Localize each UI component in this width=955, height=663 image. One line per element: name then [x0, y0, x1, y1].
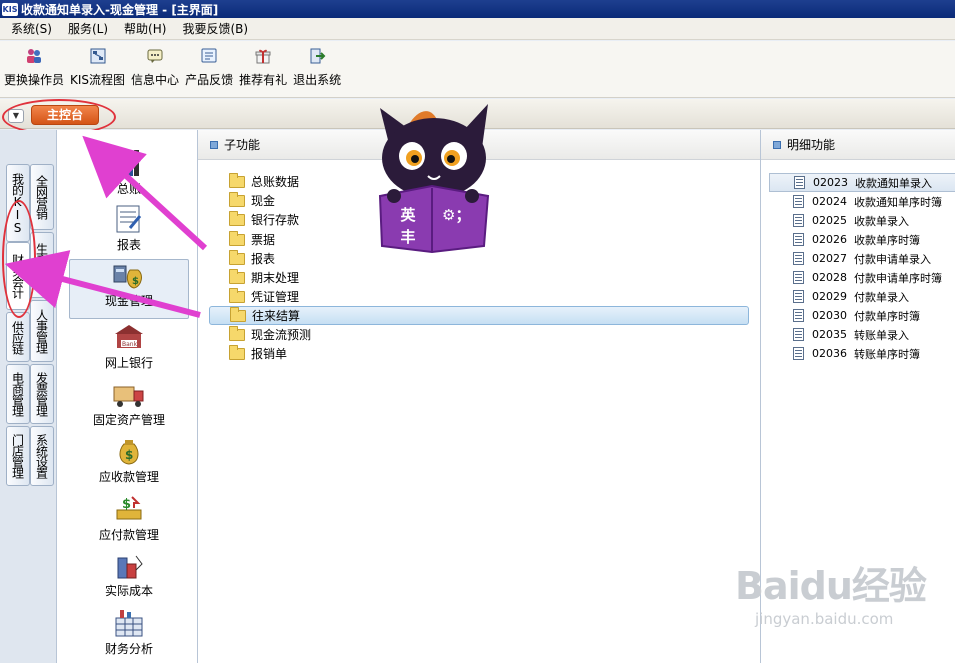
analysis-icon: [112, 608, 146, 638]
document-icon: [793, 271, 804, 284]
folder-icon: [229, 325, 245, 341]
svg-text:$: $: [132, 276, 139, 287]
folder-icon: [229, 210, 245, 226]
gift-icon: [254, 47, 272, 65]
panel-square-icon: [210, 140, 218, 149]
message-icon: [146, 47, 164, 65]
folder-icon: [229, 191, 245, 207]
cash-bag-icon: $: [112, 260, 146, 290]
category-invoice[interactable]: 发票管理: [30, 364, 54, 424]
truck-icon: [112, 379, 146, 409]
users-icon: [25, 47, 43, 65]
document-icon: [794, 176, 805, 189]
module-reports[interactable]: 报表: [69, 204, 189, 253]
document-icon: [793, 195, 804, 208]
window-title: 收款通知单录入-现金管理 - [主界面]: [21, 2, 219, 17]
svg-text:$: $: [122, 497, 131, 512]
detail-item[interactable]: 02036 转账单序时簿: [769, 344, 955, 363]
category-hr[interactable]: 人事管理: [30, 300, 54, 362]
category-finance[interactable]: 财务会计: [6, 242, 30, 310]
menu-help[interactable]: 帮助(H): [119, 20, 171, 37]
flowchart-icon: [89, 47, 107, 65]
module-online-bank[interactable]: Bank 网上银行: [69, 322, 189, 371]
info-center-button[interactable]: 信息中心: [131, 41, 179, 88]
category-supply-chain[interactable]: 供应链: [6, 312, 30, 362]
detail-item[interactable]: 02025 收款单录入: [769, 211, 955, 230]
module-payables[interactable]: $ 应付款管理: [69, 494, 189, 543]
detail-item[interactable]: 02035 转账单录入: [769, 325, 955, 344]
detail-header: 明细功能: [761, 130, 955, 160]
category-marketing[interactable]: 全网营销: [30, 164, 54, 230]
category-sidebar: 我的KIS 财务会计 供应链 电商管理 门店管理 全网营销 生产管理 人事管理 …: [0, 130, 56, 663]
document-icon: [793, 328, 804, 341]
folder-icon: [229, 230, 245, 246]
svg-text:$: $: [125, 448, 133, 462]
report-icon: [112, 204, 146, 234]
detail-item[interactable]: 02023 收款通知单录入: [769, 173, 955, 192]
module-fixed-assets[interactable]: 固定资产管理: [69, 379, 189, 428]
kis-flowchart-button[interactable]: KIS流程图: [70, 41, 125, 88]
kis-logo: KIS: [2, 2, 18, 16]
mascot-text-right: ⚙；: [442, 206, 471, 224]
detail-item[interactable]: 02026 收款单序时簿: [769, 230, 955, 249]
module-actual-cost[interactable]: 实际成本: [69, 550, 189, 599]
document-icon: [793, 347, 804, 360]
folder-icon: [229, 344, 245, 360]
module-receivables[interactable]: $ 应收款管理: [69, 436, 189, 485]
feedback-icon: [200, 47, 218, 65]
folder-period-end[interactable]: 期末处理: [209, 268, 749, 287]
folder-settlement[interactable]: 往来结算: [209, 306, 749, 325]
document-icon: [793, 252, 804, 265]
folder-icon: [229, 268, 245, 284]
document-icon: [793, 290, 804, 303]
module-financial-analysis[interactable]: 财务分析: [69, 608, 189, 657]
category-store[interactable]: 门店管理: [6, 426, 30, 486]
toolbar: 更换操作员 KIS流程图 信息中心 产品反馈 推荐有礼 退出系统: [0, 41, 955, 98]
panel-square-icon: [773, 140, 781, 149]
exit-system-button[interactable]: 退出系统: [293, 41, 341, 88]
menu-feedback[interactable]: 我要反馈(B): [177, 20, 253, 37]
folder-voucher[interactable]: 凭证管理: [209, 287, 749, 306]
cost-chart-icon: [112, 550, 146, 580]
bank-icon: Bank: [112, 322, 146, 352]
menu-bar: 系统(S) 服务(L) 帮助(H) 我要反馈(B): [0, 18, 955, 40]
folder-icon: [229, 287, 245, 303]
svg-text:Bank: Bank: [122, 341, 138, 348]
chevron-down-icon[interactable]: ▼: [8, 109, 24, 123]
folder-icon: [229, 249, 245, 265]
title-bar: KIS 收款通知单录入-现金管理 - [主界面]: [0, 0, 955, 18]
module-cash-management[interactable]: $ 现金管理: [69, 259, 189, 319]
folder-icon: [229, 172, 245, 188]
detail-item[interactable]: 02027 付款申请单录入: [769, 249, 955, 268]
money-bag-icon: $: [112, 436, 146, 466]
folder-cashflow-forecast[interactable]: 现金流预测: [209, 325, 749, 344]
detail-item[interactable]: 02028 付款申请单序时簿: [769, 268, 955, 287]
mascot-text-left: 英丰: [400, 206, 416, 246]
document-icon: [793, 309, 804, 322]
change-operator-button[interactable]: 更换操作员: [4, 41, 64, 88]
baidu-watermark: Baidu经验 jingyan.baidu.com: [735, 564, 927, 628]
payment-icon: $: [112, 494, 146, 524]
category-my-kis[interactable]: 我的KIS: [6, 164, 30, 242]
category-ecommerce[interactable]: 电商管理: [6, 364, 30, 424]
ledger-books-icon: [112, 148, 146, 178]
open-folder-icon: [230, 306, 246, 322]
menu-service[interactable]: 服务(L): [63, 20, 113, 37]
module-general-ledger[interactable]: 总账: [69, 148, 189, 197]
product-feedback-button[interactable]: 产品反馈: [185, 41, 233, 88]
document-icon: [793, 233, 804, 246]
category-system-settings[interactable]: 系统设置: [30, 426, 54, 486]
detail-item[interactable]: 02024 收款通知单序时簿: [769, 192, 955, 211]
detail-item[interactable]: 02030 付款单序时簿: [769, 306, 955, 325]
document-icon: [793, 214, 804, 227]
tab-main-console[interactable]: 主控台: [31, 105, 99, 125]
detail-item[interactable]: 02029 付款单录入: [769, 287, 955, 306]
cat-mascot: 英丰 ⚙；: [372, 100, 492, 256]
recommend-gift-button[interactable]: 推荐有礼: [239, 41, 287, 88]
exit-icon: [308, 47, 326, 65]
module-list: 总账 报表 $ 现金管理 Bank 网上银行 固定资产管理 $ 应收款管理 $ …: [56, 130, 198, 663]
menu-system[interactable]: 系统(S): [6, 20, 57, 37]
folder-expense[interactable]: 报销单: [209, 344, 749, 363]
category-production[interactable]: 生产管理: [30, 232, 54, 298]
